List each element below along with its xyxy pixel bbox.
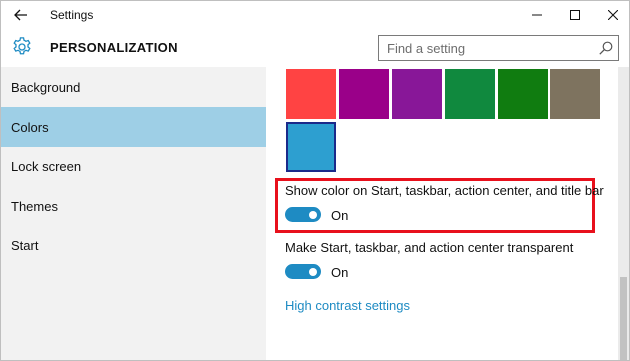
scrollbar[interactable] (618, 67, 629, 360)
scrollbar-thumb[interactable] (620, 277, 627, 360)
sidebar-item-lock-screen[interactable]: Lock screen (1, 146, 266, 186)
close-button[interactable] (591, 1, 629, 29)
color-swatch-selected[interactable] (286, 122, 336, 172)
show-color-state: On (331, 208, 349, 223)
sidebar-item-label: Colors (11, 119, 49, 135)
toggle-knob (309, 267, 317, 276)
settings-window: Settings PERSONALIZATION Find a setting … (0, 0, 630, 361)
page-title: PERSONALIZATION (50, 40, 178, 55)
transparent-toggle[interactable] (285, 264, 321, 279)
sidebar-item-background[interactable]: Background (1, 67, 266, 107)
color-swatch[interactable] (339, 69, 389, 119)
color-swatch[interactable] (550, 69, 600, 119)
search-input[interactable] (379, 36, 591, 60)
minimize-icon (532, 14, 542, 16)
window-title: Settings (50, 8, 94, 22)
transparent-state: On (331, 265, 349, 280)
color-swatch[interactable] (392, 69, 442, 119)
back-arrow-icon (14, 9, 27, 21)
sidebar: Background Colors Lock screen Themes Sta… (1, 67, 266, 360)
toggle-knob (309, 210, 317, 219)
gear-icon (13, 37, 31, 55)
back-button[interactable] (11, 5, 31, 25)
maximize-icon (570, 10, 580, 20)
color-swatch[interactable] (498, 69, 548, 119)
color-swatch[interactable] (445, 69, 495, 119)
show-color-toggle[interactable] (285, 207, 321, 222)
title-bar: Settings (1, 1, 629, 29)
color-swatch[interactable] (286, 69, 336, 119)
search-box[interactable] (378, 35, 619, 61)
show-color-label: Show color on Start, taskbar, action cen… (285, 183, 604, 198)
sidebar-item-themes[interactable]: Themes (1, 186, 266, 226)
high-contrast-link[interactable]: High contrast settings (285, 298, 410, 313)
page-header: PERSONALIZATION (1, 29, 629, 67)
search-icon[interactable] (598, 40, 614, 56)
transparent-label: Make Start, taskbar, and action center t… (285, 240, 574, 255)
sidebar-item-colors[interactable]: Colors (1, 107, 266, 147)
sidebar-item-label: Themes (11, 198, 58, 214)
sidebar-item-label: Background (11, 79, 81, 95)
sidebar-item-start[interactable]: Start (1, 225, 266, 265)
sidebar-item-label: Start (11, 237, 39, 253)
sidebar-item-label: Lock screen (11, 158, 82, 174)
close-icon (608, 10, 618, 20)
